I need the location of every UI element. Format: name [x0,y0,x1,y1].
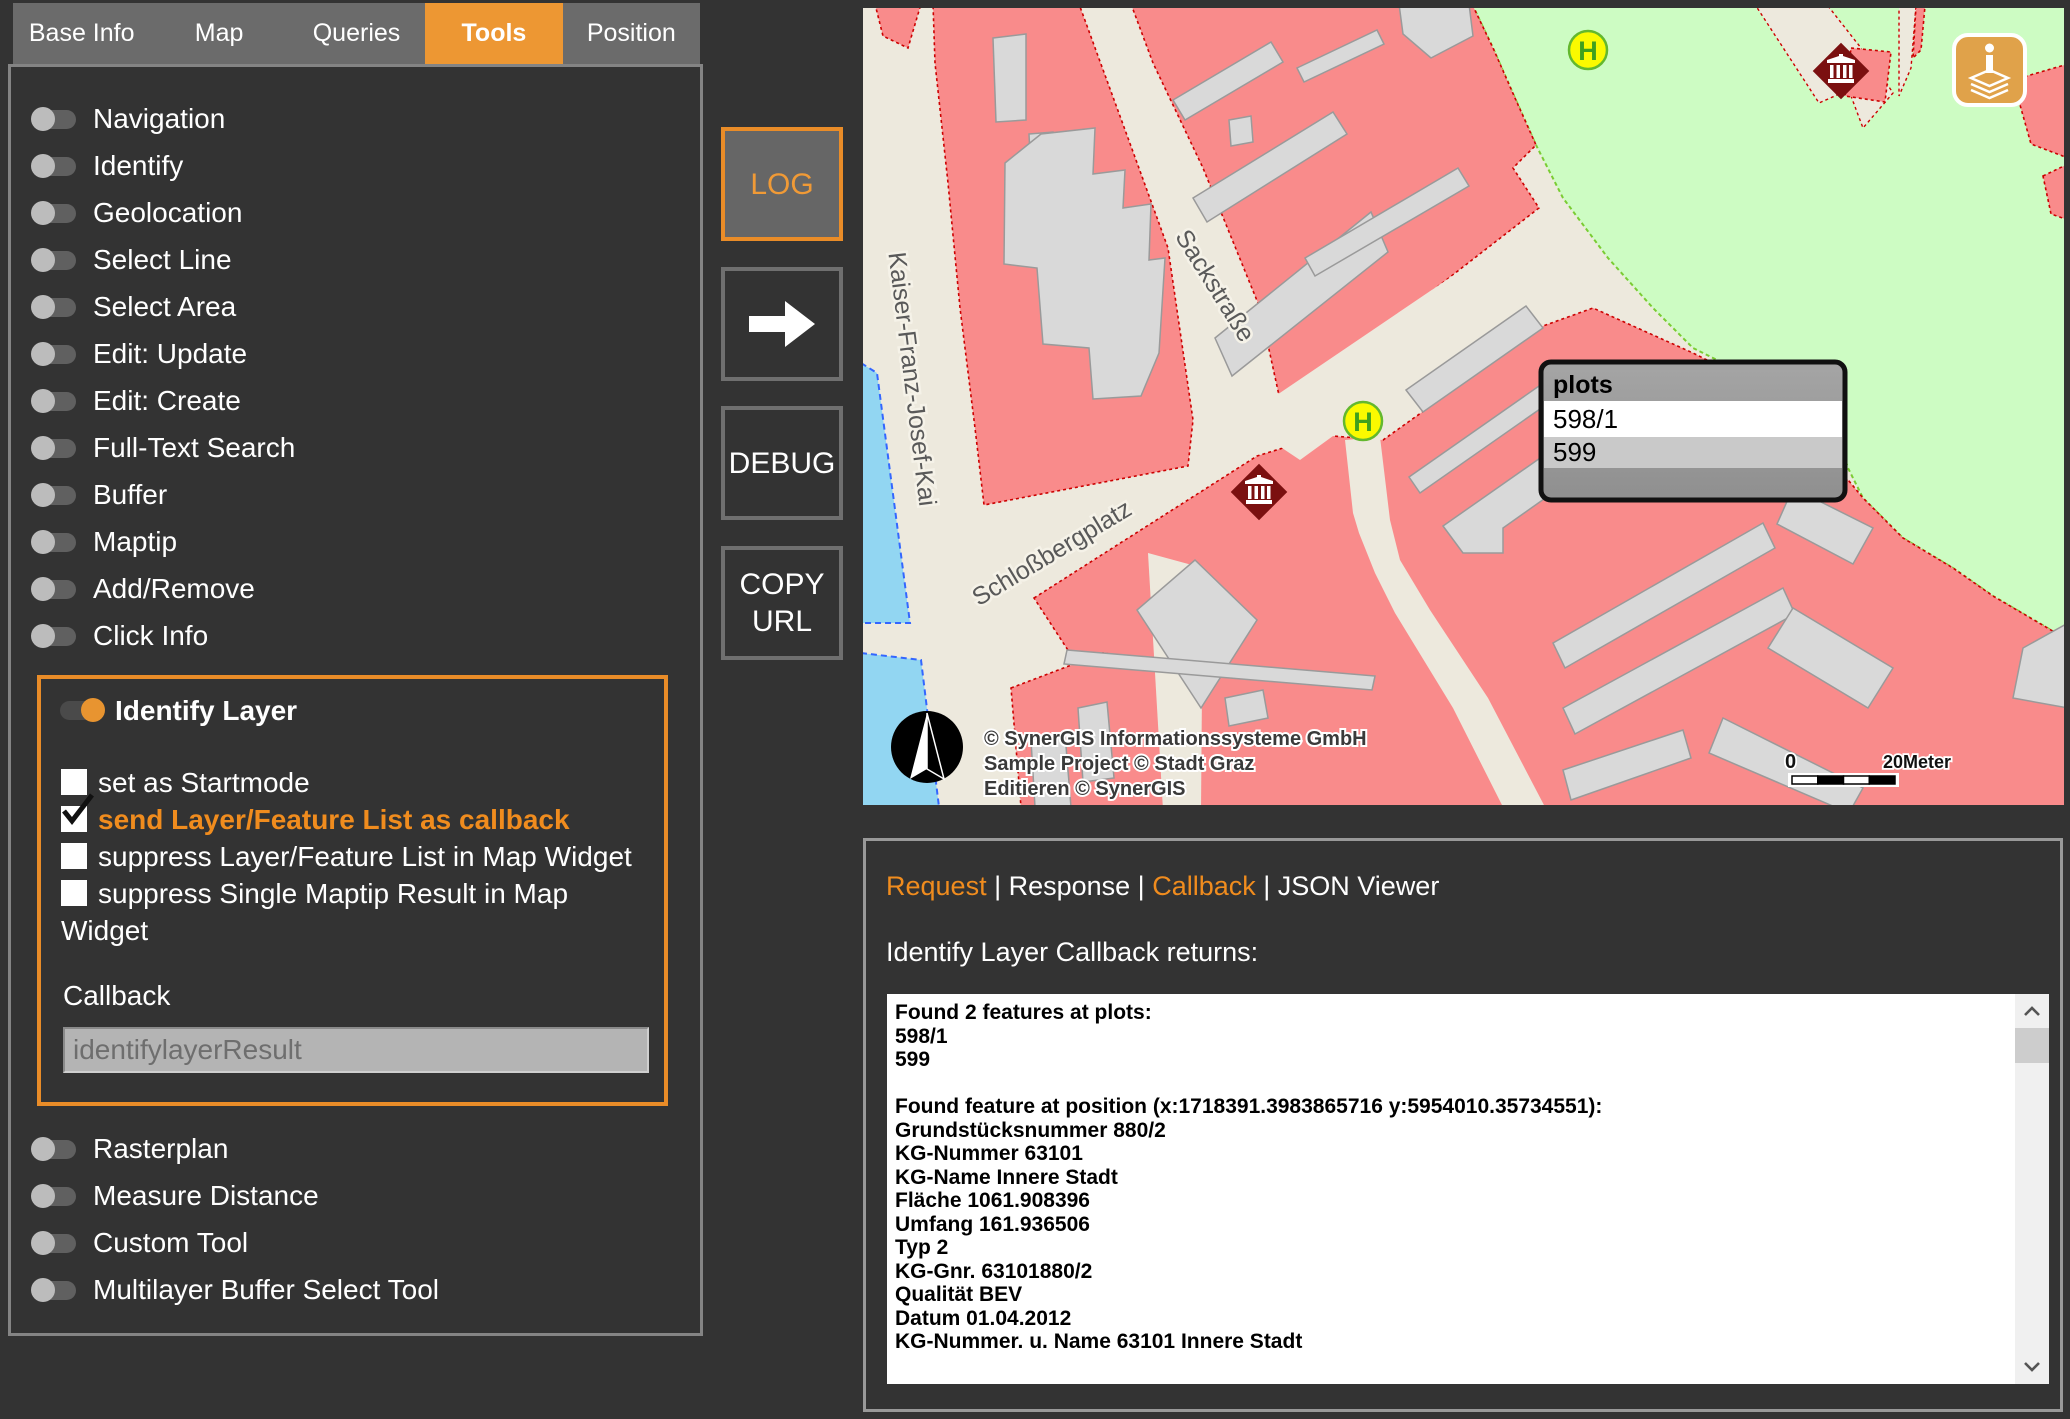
svg-text:H: H [1353,407,1373,437]
svg-text:Editieren © SynerGIS: Editieren © SynerGIS [984,778,1185,800]
svg-text:plots: plots [1553,371,1613,399]
svg-text:H: H [1578,36,1598,66]
svg-text:599: 599 [1553,437,1596,467]
svg-text:0: 0 [1785,751,1796,773]
svg-text:598/1: 598/1 [1553,404,1618,434]
svg-text:20Meter: 20Meter [1883,752,1951,772]
svg-text:Kaiser-Franz-Josef-Kai: Kaiser-Franz-Josef-Kai [882,250,941,507]
svg-text:© SynerGIS Informationssysteme: © SynerGIS Informationssysteme GmbH [984,728,1367,750]
svg-text:Sample Project © Stadt Graz: Sample Project © Stadt Graz [984,753,1254,775]
